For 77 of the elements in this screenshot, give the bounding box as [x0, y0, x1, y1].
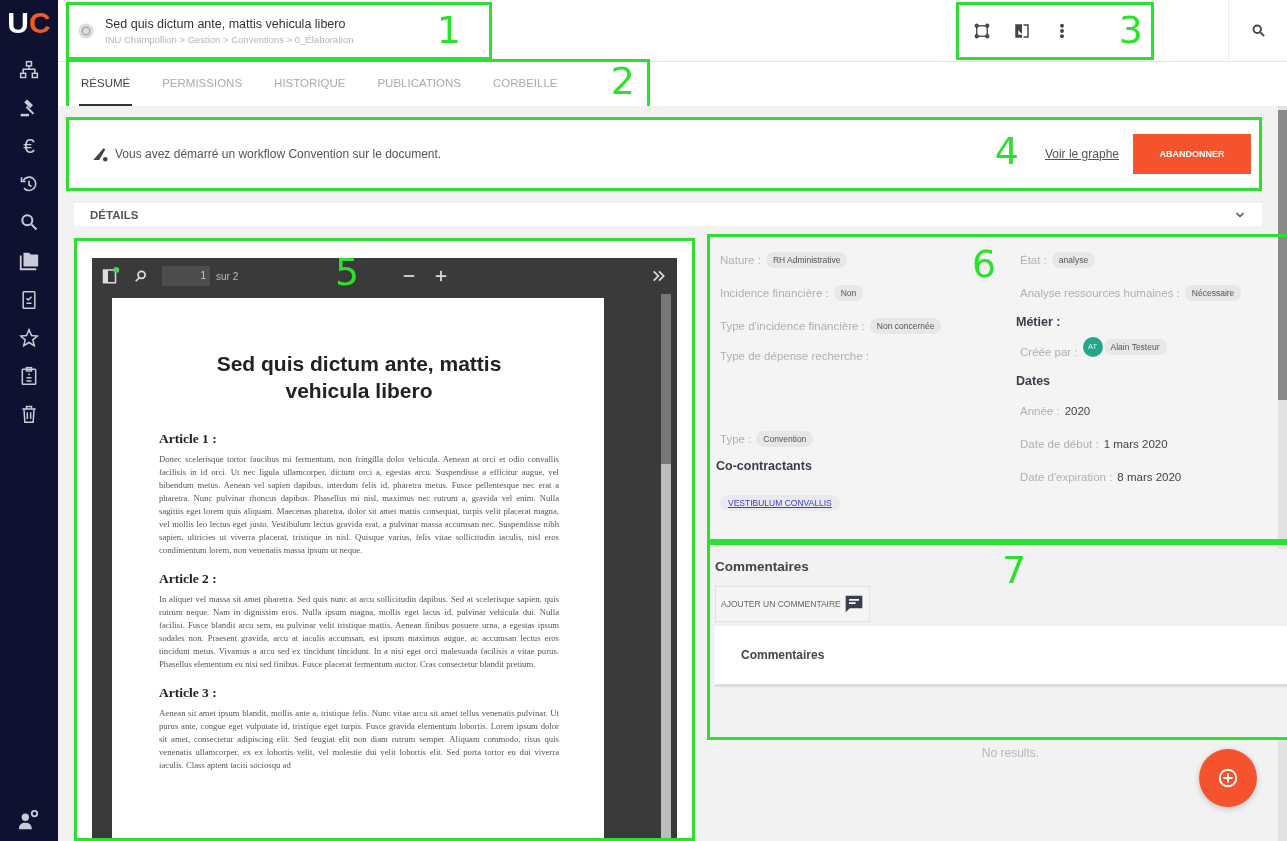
page-count: sur 2	[216, 270, 239, 282]
abandon-button[interactable]: ABANDONNER	[1133, 134, 1251, 174]
euro-icon[interactable]: €	[23, 136, 35, 156]
star-icon[interactable]	[19, 328, 39, 348]
field-label: Type d'incidence financière :	[720, 319, 865, 332]
field-label: Date d'expiration :	[1020, 470, 1113, 483]
value-tag: analyse	[1051, 251, 1096, 268]
compare-icon[interactable]	[1013, 21, 1031, 40]
search-icon[interactable]	[134, 269, 148, 283]
user-tag: Alain Testeur	[1103, 338, 1167, 355]
article-heading: Article 3 :	[159, 684, 218, 701]
empty-message: No results.	[981, 746, 1040, 760]
user-settings-icon[interactable]	[18, 809, 40, 831]
card-title: Commentaires	[741, 648, 825, 662]
field-label: Créée par :	[1020, 345, 1078, 358]
checklist-icon[interactable]	[19, 290, 39, 310]
article-heading: Article 2 :	[159, 570, 218, 587]
sidebar-toggle-icon[interactable]	[102, 267, 120, 285]
field-label: Type de dépense recherche :	[720, 350, 869, 362]
article-heading: Article 1 :	[159, 430, 218, 447]
history-icon[interactable]	[19, 174, 39, 194]
double-chevron-icon[interactable]	[651, 268, 667, 284]
annotation-number: 4	[994, 132, 1019, 170]
value-tag: Non	[833, 284, 864, 301]
scrollbar-thumb[interactable]	[661, 294, 671, 464]
document-icon	[77, 21, 95, 40]
section-heading: Métier :	[1016, 314, 1062, 331]
field-label: Année :	[1020, 404, 1060, 417]
article-text: Donec scelerisque tortor faucibus mi fermentum, non fringilla dolor vehicula. Aenean at orci et odio convallis facilisis in id orci. Ut nec ligula ullamcorper, dictum orci a, egestas arcu. Suspendisse a efficitur augue, vel bibendum metus. Aenean vel sapien dapibus, interdum felis id, pharetra metus. Fusce pellentesque nec erat a pharetra. Nunc pulvinar rhoncus dapibus. Phasellus mi nisl, maximus nec rutrum a, gravida vel enim. Nulla sagittis eget lorem quis aliquam. Maecenas pharetra, dolor sit amet mattis consequat, turpis velit placerat magna, vel mollis leo lectus eget justo. Vestibulum lectus gravida erat, a pulvinar massa accumsan nec. Suspendisse nibh sapien, ultricies ut viverra placerat, tristique in nisl. Quisque varius, felis vitae sollicitudin iaculis, nisl eros condimentum lorem, non venenatis massa ipsum ut neque.	[159, 452, 559, 557]
field-value: 2020	[1064, 404, 1091, 417]
plus-circle-icon	[1217, 767, 1239, 789]
workflow-icon[interactable]	[91, 145, 109, 163]
annotation-number: 6	[972, 245, 997, 283]
frame-icon[interactable]	[973, 21, 991, 40]
zoom-in-icon[interactable]	[434, 269, 449, 283]
trash-icon[interactable]	[19, 404, 39, 424]
field-label: Type :	[720, 432, 752, 445]
comment-icon	[843, 594, 864, 614]
co-contractant-link[interactable]: VESTIBULUM CONVALLIS	[720, 495, 840, 511]
section-heading: Co-contractants	[716, 459, 813, 473]
annotation-number: 1	[436, 10, 461, 49]
value-tag: Non concernée	[869, 317, 942, 334]
value-tag: RH Administrative	[765, 251, 848, 268]
annotation-number: 7	[1002, 551, 1027, 589]
field-label: Nature :	[720, 253, 761, 266]
details-panel[interactable]: DÉTAILS	[74, 203, 1262, 226]
add-button[interactable]	[1199, 749, 1257, 807]
field-value: 8 mars 2020	[1117, 470, 1182, 483]
article-text: In aliquet vel massa sit amet pharetra. Sed quis nunc at arcu sollicitudin dapibus. Sed at scelerisque sapien, quis rutrum neque. Nam in dignissim eros. Nulla ipsum magna, mollis eget lacus id, pulvinar vehicula dui. Nulla facilisi. Fusce blandit arcu sem, eu pulvinar velit tristique mattis. Aenean finibus posuere urna, a egestas ipsum sodales non. Praesent gravida, arcu at iaculis accumsan, est ipsum maximus augue, ac accumsan lectus eros tincidunt metus. Vivamus a arcu sed ex tincidunt tincidunt. In a nisi eget orci malesuada facilisis a vitae purus. Phasellus elementum eu nisi sed finibus. Fusce placerat fermentum auctor. Cras consectetur blandit pretium.	[159, 592, 559, 671]
field-label: Analyse ressources humaines :	[1020, 286, 1180, 299]
graph-link[interactable]: Voir le graphe	[1044, 147, 1119, 161]
field-label: Incidence financière :	[720, 286, 829, 299]
search-icon[interactable]	[19, 212, 39, 232]
page-number-field[interactable]: 1	[162, 266, 210, 286]
folder-icon[interactable]	[18, 250, 40, 272]
add-comment-button[interactable]: AJOUTER UN COMMENTAIRE	[715, 586, 870, 622]
section-heading: Dates	[1016, 373, 1052, 390]
scrollbar-thumb[interactable]	[1278, 110, 1287, 400]
clipboard-icon[interactable]	[19, 366, 39, 386]
logo: UC	[7, 6, 51, 41]
annotation-number: 5	[335, 253, 360, 291]
field-label: Date de début :	[1020, 437, 1099, 450]
annotation-number: 2	[610, 62, 635, 100]
breadcrumb: INU Champollion > Gestion > Conventions > 0_Élaboration	[105, 33, 354, 45]
workflow-message: Vous avez démarré un workflow Convention sur le document.	[115, 147, 442, 161]
comments-title: Commentaires	[715, 559, 809, 574]
field-value: 1 mars 2020	[1103, 437, 1168, 450]
annotation-number: 3	[1118, 10, 1143, 49]
document-heading: Sed quis dictum ante, mattis vehicula libero	[215, 351, 503, 405]
field-label: État :	[1020, 253, 1047, 266]
search-icon[interactable]	[1250, 23, 1266, 38]
sitemap-icon[interactable]	[19, 60, 39, 80]
value-tag: Nécessaire	[1184, 284, 1242, 301]
value-tag: Convention	[756, 430, 814, 447]
article-text: Aenean sit amet ipsum blandit, mollis ante a, tristique felis. Nunc vitae arcu sit amet tellus venenatis pulvinar. Ut purus ante, congue eget vulputate id, tristique eget turpis. Fusce gravida elementum lobortis. Lorem ipsum dolor sit amet, consectetur adipiscing elit. Sed feugiat elit non diam rutrum semper. Aliquam commodo, risus quis venenatis ullamcorper, ex ex lobortis velit, vel molestie dui velit lobortis elit. Sed porta tortor eu dui viverra iaculis. Class aptent taciti sociosqu ad	[159, 706, 559, 772]
document-title: Sed quis dictum ante, mattis vehicula libero	[105, 16, 347, 31]
panel-title: DÉTAILS	[90, 208, 139, 221]
